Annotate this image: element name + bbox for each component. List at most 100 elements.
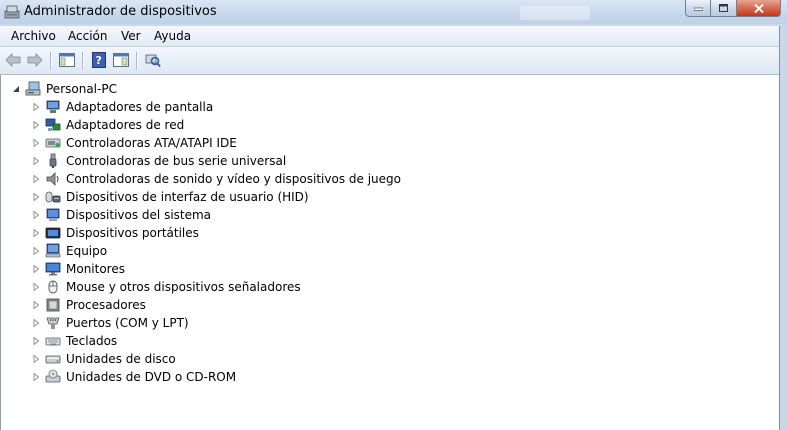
keyboard-icon [45,337,61,346]
tree-node-label: Controladoras ATA/ATAPI IDE [66,136,237,150]
menu-accion[interactable]: Acción [68,29,107,43]
menu-ayuda[interactable]: Ayuda [154,29,191,43]
tree-node[interactable]: Teclados [31,332,117,350]
collapsed-arrow-icon[interactable] [31,138,41,148]
menu-ver[interactable]: Ver [121,29,141,43]
collapsed-arrow-icon[interactable] [31,246,41,256]
display-adapter-icon [46,100,60,113]
forward-arrow-icon [27,53,43,67]
sound-icon [46,172,59,186]
tree-node-label: Dispositivos portátiles [66,226,199,240]
back-button[interactable] [4,52,22,68]
processor-icon [46,298,60,312]
menu-archivo[interactable]: Archivo [11,29,56,43]
collapsed-arrow-icon[interactable] [31,210,41,220]
collapsed-arrow-icon[interactable] [31,318,41,328]
tree-node[interactable]: Controladoras ATA/ATAPI IDE [31,134,237,152]
expanded-arrow-icon[interactable] [11,84,21,94]
collapsed-arrow-icon[interactable] [31,174,41,184]
collapsed-arrow-icon[interactable] [31,156,41,166]
svg-text:?: ? [95,54,101,67]
collapsed-arrow-icon[interactable] [31,228,41,238]
scan-hardware-changes-button[interactable] [144,52,162,68]
collapsed-arrow-icon[interactable] [31,264,41,274]
disk-drive-icon [45,355,61,364]
computer-icon [45,243,61,258]
title-bar-glass [520,6,590,20]
collapsed-arrow-icon[interactable] [31,192,41,202]
tree-node[interactable]: Adaptadores de red [31,116,184,134]
toolbar-separator [136,52,137,70]
close-icon [753,3,764,13]
tree-node-label: Procesadores [66,298,146,312]
tree-node[interactable]: Mouse y otros dispositivos señaladores [31,278,301,296]
toolbar: ? [0,47,780,75]
port-icon [46,317,60,329]
tree-node[interactable]: Dispositivos de interfaz de usuario (HID… [31,188,309,206]
tree-node-label: Monitores [66,262,125,276]
toolbar-separator [50,52,51,70]
tree-node[interactable]: Monitores [31,260,125,278]
tree-node[interactable]: Procesadores [31,296,146,314]
menu-bar: Archivo Acción Ver Ayuda [0,26,780,47]
toolbar-separator [82,52,83,70]
tree-node[interactable]: Controladoras de bus serie universal [31,152,286,170]
minimize-button[interactable] [685,0,711,17]
tree-node-label: Puertos (COM y LPT) [66,316,189,330]
portable-devices-icon [45,227,61,239]
close-button[interactable] [737,0,781,17]
device-tree-pane: Personal-PC Adaptadores de pantalla Adapt… [0,75,779,430]
tree-node-label: Controladoras de bus serie universal [66,154,287,168]
ide-controller-icon [45,138,61,148]
show-hide-console-tree-button[interactable] [58,52,76,68]
tree-node[interactable]: Puertos (COM y LPT) [31,314,189,332]
collapsed-arrow-icon[interactable] [31,282,41,292]
minimize-icon [693,7,703,11]
system-devices-icon [46,208,60,221]
tree-node-label: Controladoras de sonido y vídeo y dispos… [66,172,401,186]
maximize-icon [719,4,728,12]
tree-node-label: Unidades de disco [66,352,176,366]
tree-node-label: Mouse y otros dispositivos señaladores [66,280,301,294]
help-icon: ? [91,52,106,68]
help-button[interactable]: ? [90,52,108,68]
collapsed-arrow-icon[interactable] [31,336,41,346]
collapsed-arrow-icon[interactable] [31,120,41,130]
network-adapter-icon [45,118,61,131]
tree-node-label: Dispositivos del sistema [66,208,212,222]
tree-node-label: Dispositivos de interfaz de usuario (HID… [66,190,309,204]
title-bar: Administrador de dispositivos [0,0,787,24]
usb-controller-icon [49,153,57,168]
tree-node-label: Adaptadores de pantalla [66,100,214,114]
tree-node[interactable]: Equipo [31,242,107,260]
collapsed-arrow-icon[interactable] [31,102,41,112]
collapsed-arrow-icon[interactable] [31,372,41,382]
tree-node-label: Unidades de DVD o CD-ROM [66,370,237,384]
console-tree-icon [59,53,75,67]
tree-node[interactable]: Unidades de DVD o CD-ROM [31,368,236,386]
tree-node-label: Teclados [66,334,118,348]
maximize-button[interactable] [711,0,737,17]
device-manager-icon [4,5,20,19]
hid-icon [45,191,61,203]
action-pane-button[interactable] [112,52,130,68]
collapsed-arrow-icon[interactable] [31,300,41,310]
mouse-icon [48,280,58,294]
tree-node-label: Adaptadores de red [66,118,185,132]
forward-button[interactable] [26,52,44,68]
tree-root-node[interactable]: Personal-PC [11,80,117,98]
computer-icon [25,81,41,96]
window-right-frame [779,26,787,430]
scan-hardware-icon [145,54,161,68]
tree-node[interactable]: Adaptadores de pantalla [31,98,213,116]
tree-node[interactable]: Dispositivos portátiles [31,224,199,242]
collapsed-arrow-icon[interactable] [31,354,41,364]
tree-node[interactable]: Dispositivos del sistema [31,206,211,224]
back-arrow-icon [5,53,21,67]
window-title: Administrador de dispositivos [24,4,217,19]
dvd-drive-icon [45,369,61,383]
tree-root-label: Personal-PC [46,82,117,96]
tree-node-label: Equipo [66,244,108,258]
tree-node[interactable]: Unidades de disco [31,350,176,368]
tree-node[interactable]: Controladoras de sonido y vídeo y dispos… [31,170,401,188]
